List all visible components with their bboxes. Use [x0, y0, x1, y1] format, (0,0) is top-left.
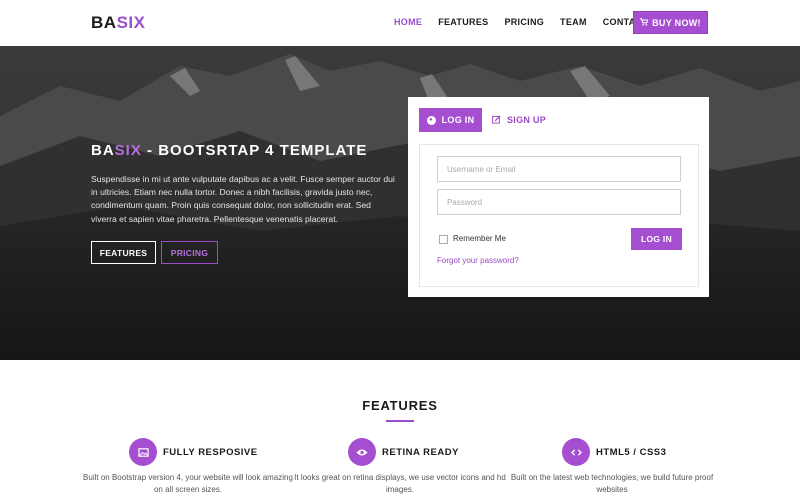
- brand-logo[interactable]: BASIX: [91, 13, 145, 33]
- login-card: ● LOG IN SIGN UP Username or Email Passw…: [408, 97, 709, 297]
- nav-item-team[interactable]: TEAM: [560, 17, 587, 27]
- tab-signup-label: SIGN UP: [507, 115, 547, 125]
- buy-now-label: BUY NOW!: [652, 17, 701, 28]
- forgot-password-link[interactable]: Forgot your password?: [437, 256, 519, 265]
- features-section-title: FEATURES: [362, 398, 438, 413]
- feature-description: Built on the latest web technologies, we…: [510, 473, 714, 494]
- feature-title: FULLY RESPOSIVE: [163, 447, 258, 458]
- nav-item-pricing[interactable]: PRICING: [504, 17, 544, 27]
- hero-title-accent: SIX: [114, 142, 142, 159]
- tab-login[interactable]: ● LOG IN: [419, 108, 482, 132]
- username-input[interactable]: Username or Email: [437, 156, 681, 182]
- hero-section: BASIX - BOOTSRTAP 4 TEMPLATE Suspendisse…: [0, 46, 800, 360]
- hero-description: Suspendisse in mi ut ante vulputate dapi…: [91, 174, 395, 224]
- image-icon: [129, 438, 157, 466]
- navbar: BASIX HOME FEATURES PRICING TEAM CONTACT…: [0, 0, 800, 46]
- login-form: Username or Email Password Remember Me L…: [419, 144, 699, 287]
- brand-logo-prefix: BA: [91, 13, 117, 32]
- user-icon: ●: [426, 115, 436, 125]
- feature-description: It looks great on retina displays, we us…: [294, 473, 506, 494]
- hero-title-rest: - BOOTSRTAP 4 TEMPLATE: [141, 142, 368, 159]
- edit-icon: [492, 114, 501, 126]
- brand-logo-accent: SIX: [116, 13, 146, 32]
- hero-title: BASIX - BOOTSRTAP 4 TEMPLATE: [91, 142, 367, 159]
- hero-pricing-button[interactable]: PRICING: [161, 241, 218, 264]
- nav-item-home[interactable]: HOME: [394, 17, 422, 27]
- hero-features-button[interactable]: FEATURES: [91, 241, 156, 264]
- feature-title: HTML5 / CSS3: [596, 447, 667, 458]
- remember-me-checkbox[interactable]: [439, 235, 448, 244]
- buy-now-button[interactable]: BUY NOW!: [633, 11, 708, 34]
- nav-links: HOME FEATURES PRICING TEAM CONTACT: [394, 17, 664, 27]
- feature-description: Built on Bootstrap version 4, your websi…: [83, 473, 293, 494]
- feature-title: RETINA READY: [382, 447, 459, 458]
- remember-me-label: Remember Me: [453, 234, 506, 243]
- tab-signup[interactable]: SIGN UP: [492, 108, 546, 132]
- hero-title-prefix: BA: [91, 142, 115, 159]
- password-input[interactable]: Password: [437, 189, 681, 215]
- login-submit-button[interactable]: LOG IN: [631, 228, 682, 250]
- section-title-underline: [386, 420, 414, 422]
- tab-login-label: LOG IN: [441, 115, 475, 125]
- cart-icon: [640, 17, 649, 28]
- eye-icon: [348, 438, 376, 466]
- code-icon: [562, 438, 590, 466]
- nav-item-features[interactable]: FEATURES: [438, 17, 488, 27]
